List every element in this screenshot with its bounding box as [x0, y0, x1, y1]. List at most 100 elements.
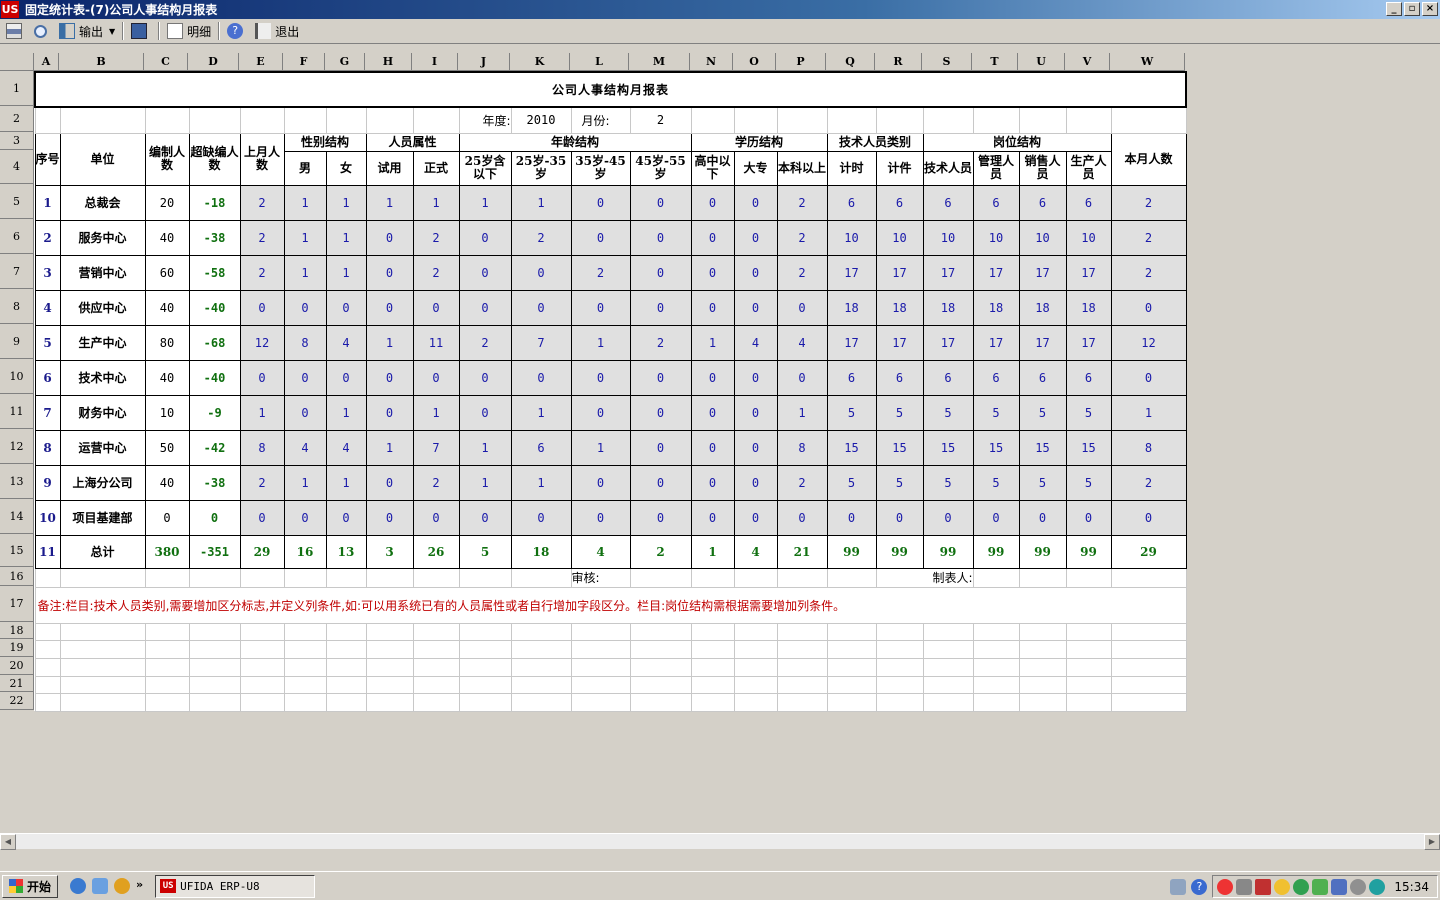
data-cell[interactable]: 2: [776, 464, 828, 501]
data-cell[interactable]: 0: [239, 499, 285, 536]
data-cell[interactable]: 1: [570, 324, 631, 361]
data-cell[interactable]: 0: [972, 499, 1020, 536]
data-cell[interactable]: 7: [510, 324, 572, 361]
data-cell[interactable]: 0: [629, 359, 692, 396]
data-cell[interactable]: 2: [776, 219, 828, 256]
data-cell[interactable]: 40: [144, 289, 190, 326]
column-header[interactable]: F: [283, 53, 325, 71]
data-cell[interactable]: 1: [458, 184, 512, 221]
horizontal-scrollbar[interactable]: ◀ ▶: [0, 833, 1440, 850]
data-cell[interactable]: 5: [972, 394, 1020, 431]
empty-cell[interactable]: [1110, 639, 1187, 659]
empty-cell[interactable]: [1018, 639, 1067, 659]
data-cell[interactable]: 0: [283, 394, 327, 431]
data-cell[interactable]: 10: [826, 219, 877, 256]
save-button[interactable]: [127, 20, 155, 42]
column-header[interactable]: I: [412, 53, 458, 71]
help-button[interactable]: ?: [223, 20, 251, 42]
data-cell[interactable]: 1: [325, 394, 367, 431]
data-cell[interactable]: 1: [283, 254, 327, 291]
row-header[interactable]: 21: [0, 675, 34, 692]
data-cell[interactable]: 15: [1018, 429, 1067, 466]
data-cell[interactable]: 15: [972, 429, 1020, 466]
row-header[interactable]: 6: [0, 219, 34, 254]
data-cell[interactable]: 0: [629, 464, 692, 501]
data-cell[interactable]: 0: [629, 429, 692, 466]
data-cell[interactable]: 15: [922, 429, 974, 466]
empty-cell[interactable]: [1018, 675, 1067, 694]
data-cell[interactable]: 0: [690, 394, 735, 431]
column-header[interactable]: W: [1110, 53, 1185, 71]
data-cell[interactable]: 0: [365, 464, 414, 501]
data-cell[interactable]: 1: [365, 324, 414, 361]
data-cell[interactable]: 0: [365, 394, 414, 431]
data-cell[interactable]: 2: [412, 464, 460, 501]
column-header[interactable]: Q: [826, 53, 875, 71]
data-cell[interactable]: 1: [239, 394, 285, 431]
data-cell[interactable]: 99: [826, 534, 877, 569]
scroll-right-icon[interactable]: ▶: [1424, 834, 1440, 850]
data-cell[interactable]: -351: [188, 534, 241, 569]
data-cell[interactable]: 0: [629, 219, 692, 256]
data-cell[interactable]: 0: [283, 359, 327, 396]
empty-cell[interactable]: [239, 692, 285, 712]
empty-cell[interactable]: [875, 657, 924, 677]
qq-icon[interactable]: [1217, 878, 1234, 895]
data-cell[interactable]: 0: [733, 394, 778, 431]
data-cell[interactable]: 0: [690, 184, 735, 221]
data-cell[interactable]: 18: [510, 534, 572, 569]
empty-cell[interactable]: [59, 639, 146, 659]
empty-cell[interactable]: [1110, 675, 1187, 694]
data-cell[interactable]: 0: [733, 499, 778, 536]
data-cell[interactable]: 17: [972, 254, 1020, 291]
data-cell[interactable]: 6: [972, 184, 1020, 221]
data-cell[interactable]: -38: [188, 219, 241, 256]
empty-cell[interactable]: [690, 675, 735, 694]
row-header[interactable]: 3: [0, 132, 34, 150]
empty-cell[interactable]: [365, 639, 414, 659]
column-header[interactable]: P: [776, 53, 826, 71]
empty-cell[interactable]: [458, 657, 512, 677]
column-header[interactable]: R: [875, 53, 922, 71]
empty-cell[interactable]: [1065, 675, 1112, 694]
data-cell[interactable]: 0: [629, 184, 692, 221]
data-cell[interactable]: 0: [690, 464, 735, 501]
empty-cell[interactable]: [733, 622, 778, 641]
empty-cell[interactable]: [412, 675, 460, 694]
umbrella-icon[interactable]: [1369, 878, 1386, 895]
row-header[interactable]: 11: [0, 394, 34, 429]
data-cell[interactable]: 0: [690, 359, 735, 396]
empty-cell[interactable]: [1065, 657, 1112, 677]
empty-cell[interactable]: [325, 657, 367, 677]
data-cell[interactable]: 5: [875, 394, 924, 431]
unit-cell[interactable]: 生产中心: [59, 324, 146, 361]
unit-cell[interactable]: 技术中心: [59, 359, 146, 396]
empty-cell[interactable]: [922, 639, 974, 659]
data-cell[interactable]: 6: [1065, 359, 1112, 396]
data-cell[interactable]: 1: [325, 184, 367, 221]
data-cell[interactable]: 5: [458, 534, 512, 569]
empty-cell[interactable]: [776, 639, 828, 659]
data-cell[interactable]: 10: [1065, 219, 1112, 256]
data-cell[interactable]: 0: [510, 359, 572, 396]
data-cell[interactable]: 21: [776, 534, 828, 569]
data-cell[interactable]: 60: [144, 254, 190, 291]
empty-cell[interactable]: [365, 657, 414, 677]
column-header[interactable]: N: [690, 53, 733, 71]
empty-cell[interactable]: [510, 639, 572, 659]
data-cell[interactable]: -40: [188, 359, 241, 396]
empty-cell[interactable]: [510, 692, 572, 712]
select-all-corner[interactable]: [0, 53, 34, 71]
antivirus-icon[interactable]: [1293, 878, 1310, 895]
empty-cell[interactable]: [690, 692, 735, 712]
empty-cell[interactable]: [34, 675, 61, 694]
data-cell[interactable]: 0: [690, 429, 735, 466]
data-cell[interactable]: 2: [776, 184, 828, 221]
data-cell[interactable]: 17: [875, 254, 924, 291]
data-cell[interactable]: 0: [365, 289, 414, 326]
empty-cell[interactable]: [629, 675, 692, 694]
data-cell[interactable]: 0: [1110, 289, 1187, 326]
empty-cell[interactable]: [570, 692, 631, 712]
data-cell[interactable]: 2: [629, 534, 692, 569]
data-cell[interactable]: -58: [188, 254, 241, 291]
